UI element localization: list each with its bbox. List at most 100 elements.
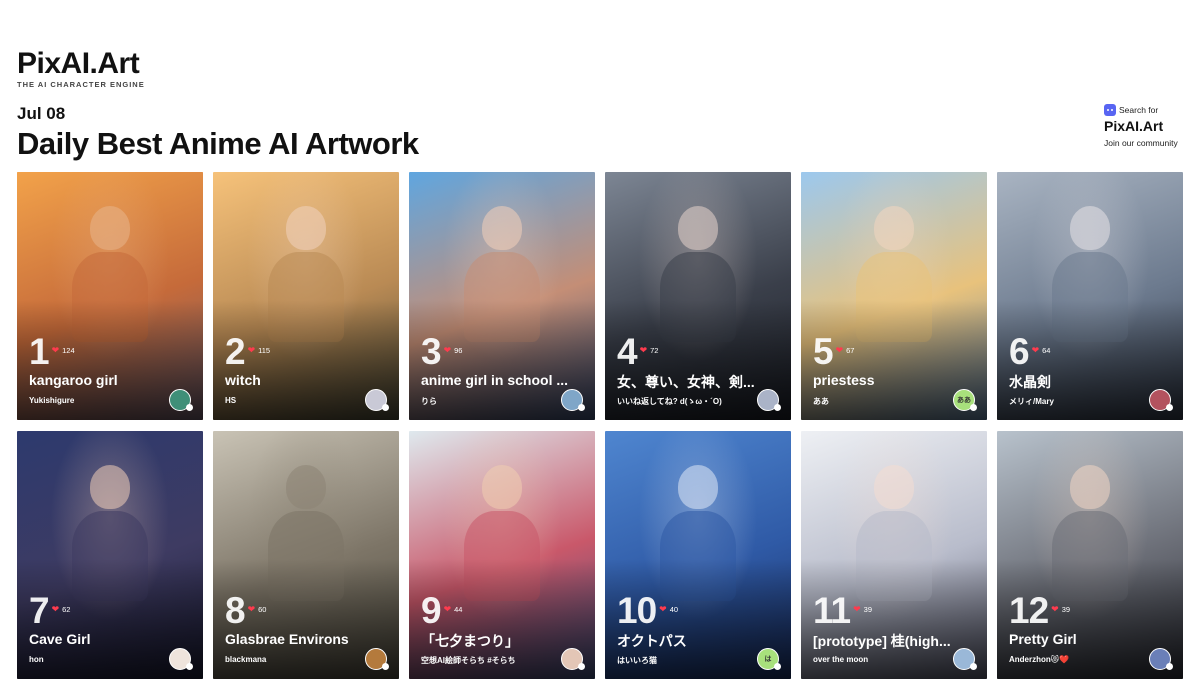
artwork-title[interactable]: kangaroo girl (29, 372, 191, 388)
likes-value: 40 (669, 605, 679, 614)
heart-icon: ❤ (659, 604, 667, 614)
likes-count: ❤ 124 (51, 345, 75, 356)
heart-icon: ❤ (51, 604, 60, 614)
community-search-label: Search for (1119, 105, 1159, 115)
heart-icon: ❤ (247, 604, 256, 614)
online-indicator (970, 663, 977, 670)
rank-number: 8 (225, 590, 246, 631)
likes-count: ❤ 60 (247, 604, 267, 615)
heart-icon: ❤ (247, 345, 256, 355)
discord-icon (1104, 104, 1116, 116)
online-indicator (382, 663, 389, 670)
artwork-author[interactable]: Anderzhon😻❤️ (1009, 655, 1139, 664)
brand-name: PixAI.Art (17, 47, 140, 80)
artwork-card[interactable]: 7 ❤ 62 Cave Girl hon (17, 431, 203, 679)
artwork-card[interactable]: 12 ❤ 39 Pretty Girl Anderzhon😻❤️ (997, 431, 1183, 679)
artwork-title[interactable]: priestess (813, 372, 975, 388)
likes-value: 39 (863, 605, 873, 614)
community-join-label: Join our community (1104, 138, 1178, 148)
likes-value: 124 (62, 346, 75, 355)
rank-number: 12 (1009, 590, 1049, 631)
likes-count: ❤ 39 (1051, 604, 1071, 615)
rank-number: 10 (617, 590, 657, 631)
artwork-card[interactable]: 1 ❤ 124 kangaroo girl Yukishigure (17, 172, 203, 420)
heart-icon: ❤ (853, 604, 861, 614)
artwork-card[interactable]: 5 ❤ 67 priestess ああ ああ (801, 172, 987, 420)
page-title: Daily Best Anime AI Artwork (17, 126, 419, 161)
artwork-grid: 1 ❤ 124 kangaroo girl Yukishigure 2 ❤ 11… (17, 172, 1183, 679)
likes-value: 60 (258, 605, 267, 614)
artwork-title[interactable]: Glasbrae Environs (225, 631, 387, 647)
artwork-title[interactable]: 水晶剣 (1009, 372, 1171, 392)
artwork-author[interactable]: blackmana (225, 655, 355, 664)
online-indicator (1166, 663, 1173, 670)
artwork-author[interactable]: Yukishigure (29, 396, 159, 405)
likes-count: ❤ 115 (247, 345, 271, 356)
online-indicator (186, 663, 193, 670)
artwork-card[interactable]: 6 ❤ 64 水晶剣 メリィ/Mary (997, 172, 1183, 420)
artwork-author[interactable]: HS (225, 396, 355, 405)
rank-number: 11 (813, 590, 851, 631)
brand-tagline: THE AI CHARACTER ENGINE (17, 80, 145, 89)
likes-value: 64 (1042, 346, 1051, 355)
likes-count: ❤ 64 (1031, 345, 1051, 356)
online-indicator (186, 404, 193, 411)
artwork-title[interactable]: witch (225, 372, 387, 388)
rank-number: 7 (29, 590, 50, 631)
likes-count: ❤ 40 (659, 604, 679, 615)
rank-number: 4 (617, 331, 638, 372)
community-link[interactable]: Search for PixAI.Art Join our community (1104, 104, 1194, 148)
artwork-author[interactable]: いいね返してね? d(ゝω・´O) (617, 396, 747, 407)
page-date: Jul 08 (17, 104, 66, 123)
likes-value: 67 (846, 346, 855, 355)
artwork-card[interactable]: 10 ❤ 40 オクトパス はいいろ猫 は (605, 431, 791, 679)
brand-logo[interactable]: PixAI.Art THE AI CHARACTER ENGINE (17, 47, 145, 90)
artwork-card[interactable]: 3 ❤ 96 anime girl in school ... りら (409, 172, 595, 420)
artwork-author[interactable]: over the moon (813, 655, 943, 664)
heart-icon: ❤ (443, 345, 452, 355)
artwork-author[interactable]: hon (29, 655, 159, 664)
rank-number: 2 (225, 331, 246, 372)
artwork-title[interactable]: [prototype] 桂(high... (813, 631, 975, 651)
likes-count: ❤ 67 (835, 345, 855, 356)
likes-value: 115 (258, 346, 271, 355)
artwork-card[interactable]: 4 ❤ 72 女、尊い、女神、剣... いいね返してね? d(ゝω・´O) (605, 172, 791, 420)
heart-icon: ❤ (51, 345, 60, 355)
likes-value: 39 (1061, 605, 1071, 614)
likes-count: ❤ 72 (639, 345, 659, 356)
heart-icon: ❤ (835, 345, 844, 355)
artwork-title[interactable]: オクトパス (617, 631, 779, 651)
artwork-title[interactable]: Cave Girl (29, 631, 191, 647)
artwork-title[interactable]: 女、尊い、女神、剣... (617, 372, 779, 392)
heart-icon: ❤ (1051, 604, 1059, 614)
artwork-author[interactable]: はいいろ猫 (617, 655, 747, 666)
artwork-card[interactable]: 2 ❤ 115 witch HS (213, 172, 399, 420)
rank-number: 1 (29, 331, 50, 372)
artwork-title[interactable]: 「七夕まつり」 (421, 631, 583, 651)
artwork-card[interactable]: 11 ❤ 39 [prototype] 桂(high... over the m… (801, 431, 987, 679)
artwork-card[interactable]: 9 ❤ 44 「七夕まつり」 空想AI絵師そらち #そらち (409, 431, 595, 679)
online-indicator (1166, 404, 1173, 411)
heart-icon: ❤ (1031, 345, 1040, 355)
rank-number: 9 (421, 590, 442, 631)
likes-value: 62 (62, 605, 71, 614)
community-name: PixAI.Art (1104, 118, 1164, 134)
likes-count: ❤ 39 (853, 604, 873, 615)
online-indicator (578, 404, 585, 411)
likes-value: 96 (454, 346, 463, 355)
likes-value: 72 (650, 346, 659, 355)
artwork-card[interactable]: 8 ❤ 60 Glasbrae Environs blackmana (213, 431, 399, 679)
likes-count: ❤ 62 (51, 604, 71, 615)
artwork-author[interactable]: 空想AI絵師そらち #そらち (421, 655, 551, 666)
online-indicator (970, 404, 977, 411)
artwork-title[interactable]: Pretty Girl (1009, 631, 1171, 647)
artwork-title[interactable]: anime girl in school ... (421, 372, 583, 388)
heart-icon: ❤ (639, 345, 648, 355)
artwork-author[interactable]: ああ (813, 396, 943, 407)
artwork-author[interactable]: りら (421, 396, 551, 407)
online-indicator (774, 663, 781, 670)
rank-number: 3 (421, 331, 442, 372)
rank-number: 5 (813, 331, 834, 372)
artwork-author[interactable]: メリィ/Mary (1009, 396, 1139, 407)
rank-number: 6 (1009, 331, 1030, 372)
